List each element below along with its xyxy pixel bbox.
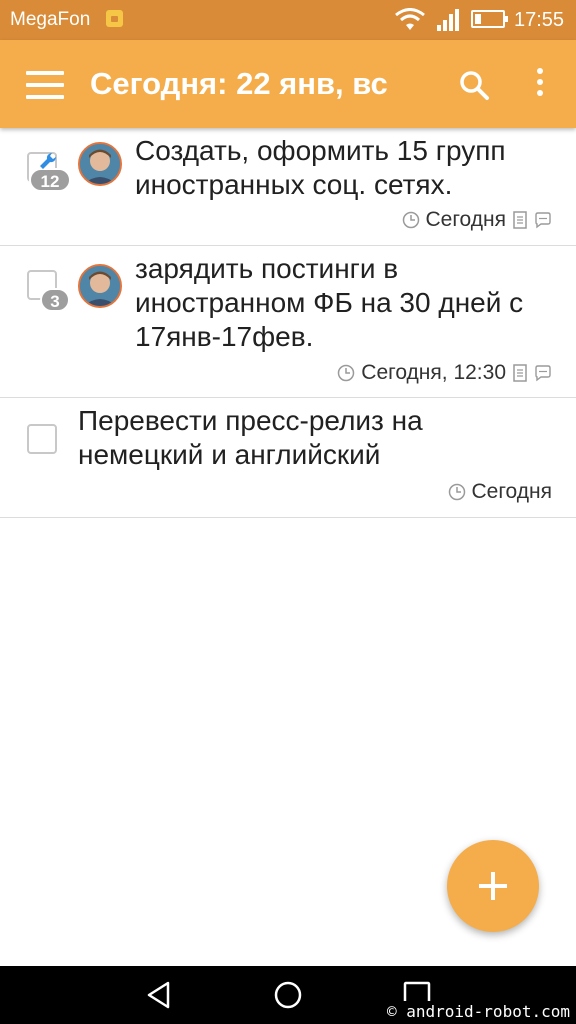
back-icon[interactable] xyxy=(144,980,174,1010)
wifi-icon xyxy=(395,8,425,30)
search-icon[interactable] xyxy=(458,69,490,101)
carrier-name: MegaFon xyxy=(10,9,91,30)
task-item[interactable]: Перевести пресс-релиз на немецкий и англ… xyxy=(0,398,576,518)
task-due-date: Сегодня xyxy=(425,208,506,231)
task-meta: Сегодня xyxy=(402,208,552,232)
task-due-date: Сегодня xyxy=(471,480,552,503)
subtask-count-badge: 3 xyxy=(40,288,70,312)
task-title: Перевести пресс-релиз на немецкий и англ… xyxy=(78,405,423,470)
clock-icon xyxy=(338,364,355,382)
navigation-bar: © android-robot.com xyxy=(0,966,576,1024)
comment-icon xyxy=(535,365,551,382)
app-bar: Сегодня: 22 янв, вс xyxy=(0,40,576,128)
note-icon xyxy=(513,364,527,382)
comment-icon xyxy=(535,212,551,229)
task-title: зарядить постинги в иностранном ФБ на 30… xyxy=(135,253,524,352)
add-task-button[interactable] xyxy=(447,840,539,932)
watermark: © android-robot.com xyxy=(382,1001,574,1022)
status-bar: MegaFon 17:55 xyxy=(0,0,576,40)
avatar xyxy=(78,264,122,308)
signal-icon xyxy=(437,9,459,31)
task-title: Создать, оформить 15 групп иностранных с… xyxy=(135,135,506,200)
wrench-icon xyxy=(40,152,57,169)
battery-icon xyxy=(471,10,508,28)
clock-icon xyxy=(402,211,419,229)
lock-icon xyxy=(106,10,123,27)
task-due-date: Сегодня, 12:30 xyxy=(361,361,506,384)
status-time: 17:55 xyxy=(514,9,565,31)
task-meta: Сегодня, 12:30 xyxy=(337,361,552,385)
clock-icon xyxy=(448,483,465,501)
task-item[interactable]: 3 зарядить постинги в иностранном ФБ на … xyxy=(0,246,576,398)
task-meta: Сегодня xyxy=(448,480,552,504)
note-icon xyxy=(513,211,527,229)
subtask-count-badge: 12 xyxy=(29,168,71,192)
menu-icon[interactable] xyxy=(26,71,64,99)
home-icon[interactable] xyxy=(273,980,303,1010)
page-title: Сегодня: 22 янв, вс xyxy=(90,66,388,101)
more-options-icon[interactable] xyxy=(527,68,553,102)
task-checkbox[interactable] xyxy=(27,424,57,454)
avatar xyxy=(78,142,122,186)
task-item[interactable]: 12 Создать, оформить 15 групп иностранны… xyxy=(0,128,576,246)
